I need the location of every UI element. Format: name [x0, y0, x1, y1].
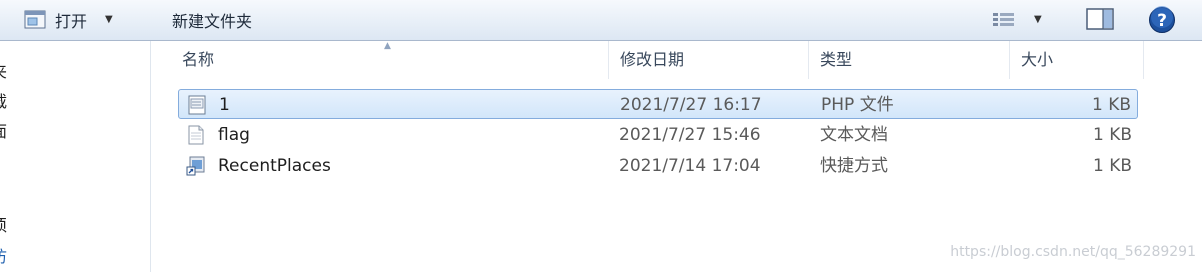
shortcut-icon — [186, 156, 205, 176]
change-view-button[interactable]: ▼ — [992, 6, 1054, 33]
php-file-icon — [188, 95, 206, 115]
column-header-name[interactable]: 名称 — [171, 41, 609, 79]
file-date: 2021/7/27 15:46 — [619, 125, 761, 145]
file-size: 1 KB — [1092, 156, 1132, 176]
file-size: 1 KB — [1092, 125, 1132, 145]
file-row[interactable]: flag 2021/7/27 15:46 文本文档 1 KB — [178, 120, 1138, 150]
nav-item[interactable]: 访 — [0, 243, 7, 267]
file-row[interactable]: 1 2021/7/27 16:17 PHP 文件 1 KB — [178, 89, 1138, 119]
nav-item[interactable]: 载 — [0, 88, 7, 112]
column-header-type[interactable]: 类型 — [809, 41, 1010, 79]
navigation-pane: 夹 载 面 须 访 — [0, 41, 151, 272]
chevron-down-icon[interactable]: ▼ — [1034, 14, 1042, 25]
new-folder-label: 新建文件夹 — [172, 11, 253, 31]
svg-text:?: ? — [1157, 11, 1167, 31]
open-button[interactable]: 打开 ▼ — [24, 6, 136, 33]
chevron-down-icon[interactable]: ▼ — [105, 14, 113, 25]
open-label: 打开 — [55, 11, 88, 31]
file-name: RecentPlaces — [218, 156, 331, 176]
nav-item[interactable]: 须 — [0, 212, 7, 236]
new-folder-button[interactable]: 新建文件夹 — [172, 6, 252, 33]
column-header-label: 大小 — [1021, 50, 1054, 69]
column-headers: ▲ 名称 修改日期 类型 大小 — [151, 41, 1202, 79]
file-date: 2021/7/27 16:17 — [620, 95, 762, 115]
watermark: https://blog.csdn.net/qq_56289291 — [950, 244, 1196, 260]
column-header-label: 类型 — [820, 50, 853, 69]
column-header-label: 名称 — [182, 50, 215, 69]
column-header-date[interactable]: 修改日期 — [609, 41, 809, 79]
file-size: 1 KB — [1091, 95, 1131, 115]
file-name: flag — [218, 125, 250, 145]
file-date: 2021/7/14 17:04 — [619, 156, 761, 176]
file-row[interactable]: RecentPlaces 2021/7/14 17:04 快捷方式 1 KB — [178, 151, 1138, 181]
text-file-icon — [188, 125, 204, 145]
nav-item[interactable]: 夹 — [0, 58, 7, 82]
file-type: 快捷方式 — [820, 156, 888, 176]
nav-item[interactable]: 面 — [0, 118, 7, 142]
file-type: 文本文档 — [820, 125, 888, 145]
column-header-size[interactable]: 大小 — [1010, 41, 1144, 79]
open-with-icon — [24, 10, 46, 29]
help-icon[interactable]: ? — [1148, 6, 1176, 34]
file-type: PHP 文件 — [821, 95, 894, 115]
toolbar: 打开 ▼ 新建文件夹 ▼ ? — [0, 0, 1202, 41]
column-header-label: 修改日期 — [620, 50, 685, 69]
preview-pane-icon[interactable] — [1086, 8, 1114, 30]
file-name: 1 — [219, 95, 230, 115]
details-view-icon — [993, 12, 1014, 26]
